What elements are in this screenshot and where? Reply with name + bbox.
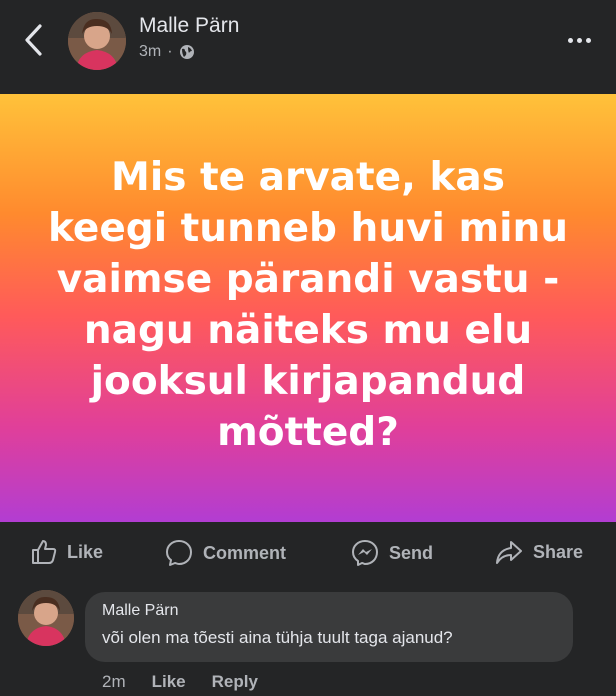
send-label: Send: [389, 542, 434, 563]
comment-text: või olen ma tõesti aina tühja tuult taga…: [102, 628, 453, 647]
comment-label: Comment: [203, 542, 287, 563]
comment-reply-button[interactable]: Reply: [212, 672, 258, 692]
post-text: Mis te arvate, kas keegi tunneb huvi min…: [48, 155, 568, 455]
messenger-icon: [352, 540, 378, 566]
post-meta: 3m ·: [139, 43, 195, 61]
commenter-avatar[interactable]: [18, 590, 74, 646]
share-icon: [496, 541, 522, 564]
post-header: Malle Pärn 3m ·: [0, 0, 616, 94]
comment-author[interactable]: Malle Pärn: [102, 602, 178, 620]
comment-bubble[interactable]: Malle Pärn või olen ma tõesti aina tühja…: [85, 592, 573, 662]
author-avatar[interactable]: [68, 12, 126, 70]
post-time[interactable]: 3m: [139, 43, 161, 61]
like-button[interactable]: Like: [30, 538, 103, 566]
comment-button[interactable]: Comment: [164, 538, 286, 568]
like-icon: [32, 540, 57, 564]
back-button[interactable]: [18, 20, 48, 60]
post-actions: Like Comment Send Share: [0, 522, 616, 584]
share-button[interactable]: Share: [494, 538, 583, 566]
more-options-button[interactable]: [564, 28, 594, 52]
share-label: Share: [533, 541, 584, 562]
globe-icon: [179, 45, 194, 59]
comment-time: 2m: [102, 672, 126, 691]
comment-icon: [166, 540, 192, 566]
comment-like-button[interactable]: Like: [152, 672, 186, 692]
meta-separator: ·: [167, 43, 173, 60]
chevron-left-icon: [25, 24, 42, 56]
send-button[interactable]: Send: [350, 538, 433, 568]
comment-meta: 2m Like Reply: [102, 672, 258, 692]
more-icon: [567, 37, 573, 43]
like-label: Like: [67, 541, 104, 562]
author-name[interactable]: Malle Pärn: [139, 14, 239, 38]
post-background: Mis te arvate, kas keegi tunneb huvi min…: [0, 94, 616, 522]
